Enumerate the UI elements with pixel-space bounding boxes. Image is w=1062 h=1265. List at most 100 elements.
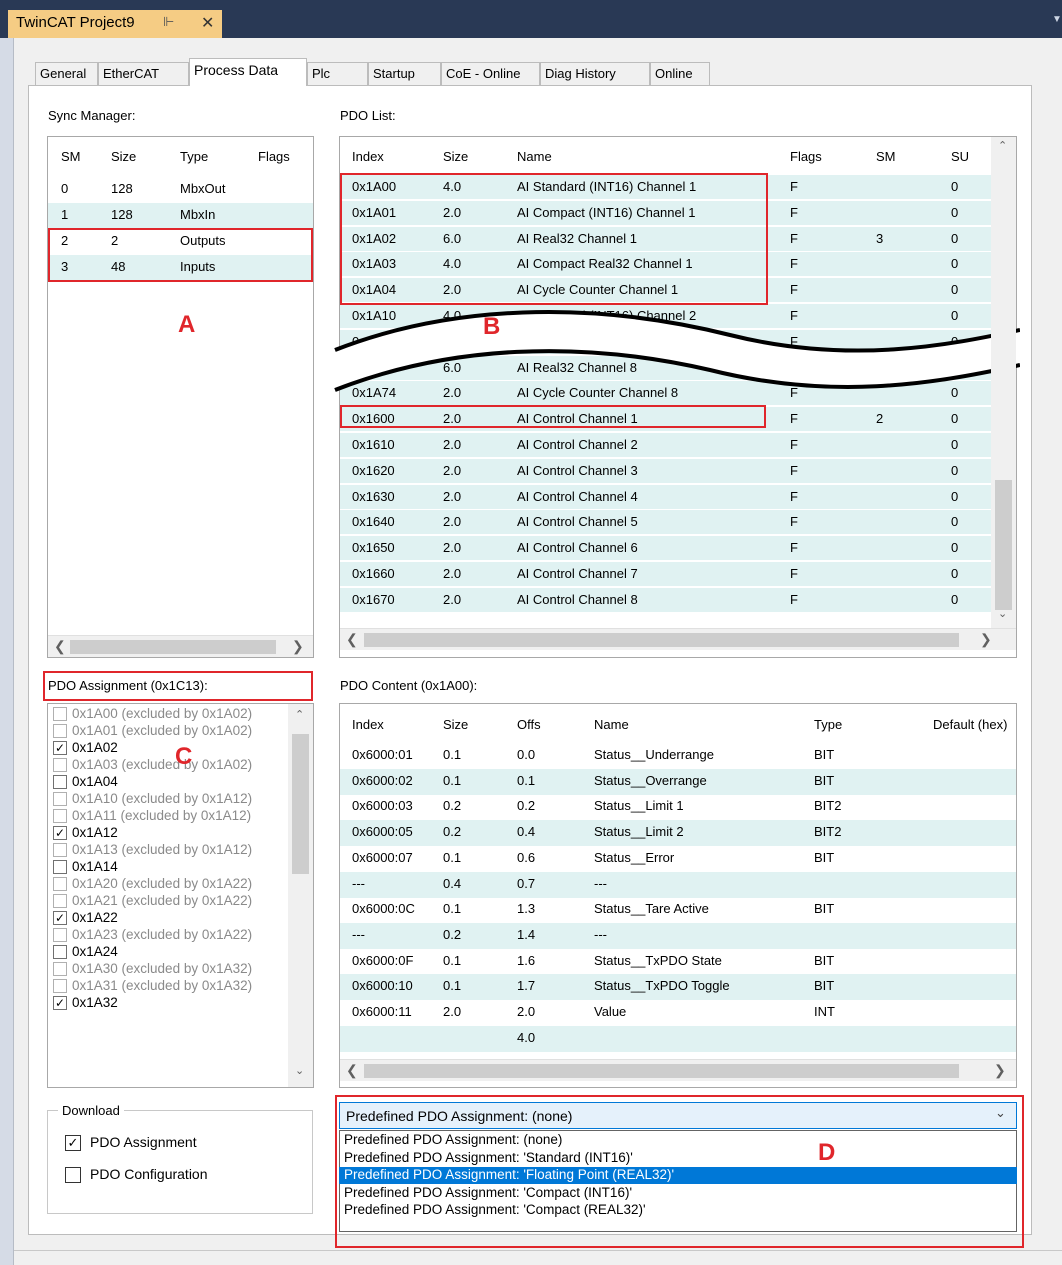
- dropdown-option[interactable]: Predefined PDO Assignment: 'Floating Poi…: [339, 1167, 1017, 1184]
- pdo-list-col-header[interactable]: SM: [876, 149, 896, 164]
- list-item-checkbox[interactable]: ✓: [53, 911, 67, 925]
- list-item[interactable]: ✓ 0x1A02: [53, 740, 288, 757]
- table-row[interactable]: 0x1660 2.0 AI Control Channel 7 F 0: [340, 562, 991, 587]
- list-item-checkbox[interactable]: [53, 843, 67, 857]
- close-icon[interactable]: ✕: [201, 13, 214, 33]
- list-item-checkbox[interactable]: [53, 945, 67, 959]
- scroll-up-icon[interactable]: ⌃: [998, 139, 1007, 152]
- list-item[interactable]: 0x1A20 (excluded by 0x1A22): [53, 876, 288, 893]
- table-row[interactable]: --- 0.4 0.7 ---: [340, 871, 1016, 898]
- list-item[interactable]: ✓ 0x1A22: [53, 910, 288, 927]
- scroll-thumb[interactable]: [364, 633, 959, 647]
- list-item-checkbox[interactable]: ✓: [53, 741, 67, 755]
- pdo-content-col-header[interactable]: Size: [443, 717, 468, 732]
- scroll-thumb[interactable]: [364, 1064, 959, 1078]
- pdo-list-col-header[interactable]: Index: [352, 149, 384, 164]
- tab-startup[interactable]: Startup: [368, 62, 441, 85]
- tab-ethercat[interactable]: EtherCAT: [98, 62, 189, 85]
- table-row[interactable]: 0x6000:01 0.1 0.0 Status__Underrange BIT: [340, 743, 1016, 769]
- list-item-checkbox[interactable]: [53, 877, 67, 891]
- list-item[interactable]: 0x1A23 (excluded by 0x1A22): [53, 927, 288, 944]
- scroll-up-icon[interactable]: ⌃: [295, 708, 304, 721]
- list-item[interactable]: 0x1A01 (excluded by 0x1A02): [53, 723, 288, 740]
- dropdown-option[interactable]: Predefined PDO Assignment: 'Compact (REA…: [339, 1202, 1017, 1219]
- list-item-checkbox[interactable]: ✓: [53, 826, 67, 840]
- table-row[interactable]: 0x1A04 2.0 AI Cycle Counter Channel 1 F 0: [340, 278, 991, 304]
- table-row[interactable]: 0x1640 2.0 AI Control Channel 5 F 0: [340, 510, 991, 536]
- table-row[interactable]: 0x6000:0F 0.1 1.6 Status__TxPDO State BIT: [340, 949, 1016, 975]
- sync-manager-hscroll[interactable]: ❮ ❯: [48, 635, 313, 657]
- dropdown-option[interactable]: Predefined PDO Assignment: 'Standard (IN…: [339, 1150, 1017, 1167]
- sm-col-header[interactable]: Flags: [258, 149, 290, 164]
- pdo-list-col-header[interactable]: Name: [517, 149, 552, 164]
- table-row[interactable]: 0x1650 2.0 AI Control Channel 6 F 0: [340, 536, 991, 562]
- pdo-list-hscroll[interactable]: ❮ ❯: [340, 628, 1016, 650]
- pdo-list-col-header[interactable]: SU: [951, 149, 969, 164]
- predefined-pdo-dropdown[interactable]: Predefined PDO Assignment: (none) ⌄: [339, 1102, 1017, 1129]
- pdo-content-col-header[interactable]: Name: [594, 717, 629, 732]
- table-row[interactable]: 0x1A03 4.0 AI Compact Real32 Channel 1 F 0: [340, 252, 991, 278]
- list-item[interactable]: ✓ 0x1A12: [53, 825, 288, 842]
- list-item-checkbox[interactable]: [53, 962, 67, 976]
- list-item-checkbox[interactable]: [53, 724, 67, 738]
- tab-coe-online[interactable]: CoE - Online: [441, 62, 540, 85]
- scroll-down-icon[interactable]: ⌄: [998, 607, 1007, 620]
- pdo-assignment-vscroll[interactable]: ⌃ ⌄: [288, 704, 313, 1087]
- pdo-content-col-header[interactable]: Default (hex): [933, 717, 1016, 732]
- pdo-content-col-header[interactable]: Offs: [517, 717, 541, 732]
- tab-diag-history[interactable]: Diag History: [540, 62, 650, 85]
- table-row[interactable]: 0x1600 2.0 AI Control Channel 1 F 2 0: [340, 407, 991, 433]
- tab-general[interactable]: General: [35, 62, 98, 85]
- scroll-thumb[interactable]: [995, 480, 1012, 610]
- table-row[interactable]: 3 48 Inputs: [48, 255, 313, 281]
- table-row[interactable]: --- 0.2 1.4 ---: [340, 922, 1016, 949]
- scroll-left-icon[interactable]: ❮: [54, 638, 66, 655]
- scroll-left-icon[interactable]: ❮: [346, 631, 358, 648]
- list-item-checkbox[interactable]: [53, 809, 67, 823]
- list-item-checkbox[interactable]: [53, 775, 67, 789]
- list-item-checkbox[interactable]: [53, 758, 67, 772]
- list-item-checkbox[interactable]: ✓: [53, 996, 67, 1010]
- sm-col-header[interactable]: SM: [61, 149, 81, 164]
- dropdown-option[interactable]: Predefined PDO Assignment: 'Compact (INT…: [339, 1185, 1017, 1202]
- scroll-right-icon[interactable]: ❯: [292, 638, 304, 655]
- list-item-checkbox[interactable]: [53, 860, 67, 874]
- window-dropdown-icon[interactable]: ▼: [1052, 14, 1062, 25]
- tab-plc[interactable]: Plc: [307, 62, 368, 85]
- pin-icon[interactable]: ⊩: [163, 14, 174, 30]
- table-row[interactable]: 0x1A00 4.0 AI Standard (INT16) Channel 1 F 0: [340, 175, 991, 200]
- sm-col-header[interactable]: Size: [111, 149, 136, 164]
- list-item[interactable]: 0x1A04: [53, 774, 288, 791]
- table-row[interactable]: 0x1630 2.0 AI Control Channel 4 F 0: [340, 484, 991, 510]
- scroll-right-icon[interactable]: ❯: [994, 1062, 1006, 1079]
- document-tab[interactable]: TwinCAT Project9 ⊩ ✕: [8, 10, 222, 38]
- pdo-content-col-header[interactable]: Index: [352, 717, 384, 732]
- table-row[interactable]: 0 128 MbxOut: [48, 177, 313, 203]
- list-item[interactable]: 0x1A30 (excluded by 0x1A32): [53, 961, 288, 978]
- table-row[interactable]: 0x6000:10 0.1 1.7 Status__TxPDO Toggle BIT: [340, 974, 1016, 1001]
- list-item[interactable]: 0x1A24: [53, 944, 288, 961]
- list-item[interactable]: 0x1A03 (excluded by 0x1A02): [53, 757, 288, 774]
- scroll-left-icon[interactable]: ❮: [346, 1062, 358, 1079]
- table-row[interactable]: 0x1A01 2.0 AI Compact (INT16) Channel 1 F 0: [340, 200, 991, 226]
- table-row[interactable]: 0x6000:0C 0.1 1.3 Status__Tare Active BIT: [340, 897, 1016, 923]
- list-item-checkbox[interactable]: [53, 894, 67, 908]
- pdo-list-vscroll[interactable]: ⌃ ⌄: [991, 137, 1016, 628]
- table-row[interactable]: 0x6000:03 0.2 0.2 Status__Limit 1 BIT2: [340, 794, 1016, 820]
- pdo-content-hscroll[interactable]: ❮ ❯: [340, 1059, 1016, 1081]
- pdo-list-col-header[interactable]: Flags: [790, 149, 822, 164]
- list-item[interactable]: 0x1A10 (excluded by 0x1A12): [53, 791, 288, 808]
- table-row[interactable]: 4.0: [340, 1025, 1016, 1052]
- table-row[interactable]: 0x1A02 6.0 AI Real32 Channel 1 F 3 0: [340, 226, 991, 252]
- table-row[interactable]: 1 128 MbxIn: [48, 203, 313, 229]
- table-row[interactable]: 0x6000:11 2.0 2.0 Value INT: [340, 1000, 1016, 1026]
- list-item[interactable]: 0x1A31 (excluded by 0x1A32): [53, 978, 288, 995]
- pdo-configuration-checkbox[interactable]: [65, 1167, 81, 1183]
- tab-process-data[interactable]: Process Data: [189, 58, 307, 86]
- chevron-down-icon[interactable]: ⌄: [995, 1105, 1006, 1121]
- list-item-checkbox[interactable]: [53, 979, 67, 993]
- table-row[interactable]: 0x1620 2.0 AI Control Channel 3 F 0: [340, 458, 991, 484]
- pdo-content-col-header[interactable]: Type: [814, 717, 842, 732]
- table-row[interactable]: 0x6000:07 0.1 0.6 Status__Error BIT: [340, 846, 1016, 872]
- list-item[interactable]: 0x1A13 (excluded by 0x1A12): [53, 842, 288, 859]
